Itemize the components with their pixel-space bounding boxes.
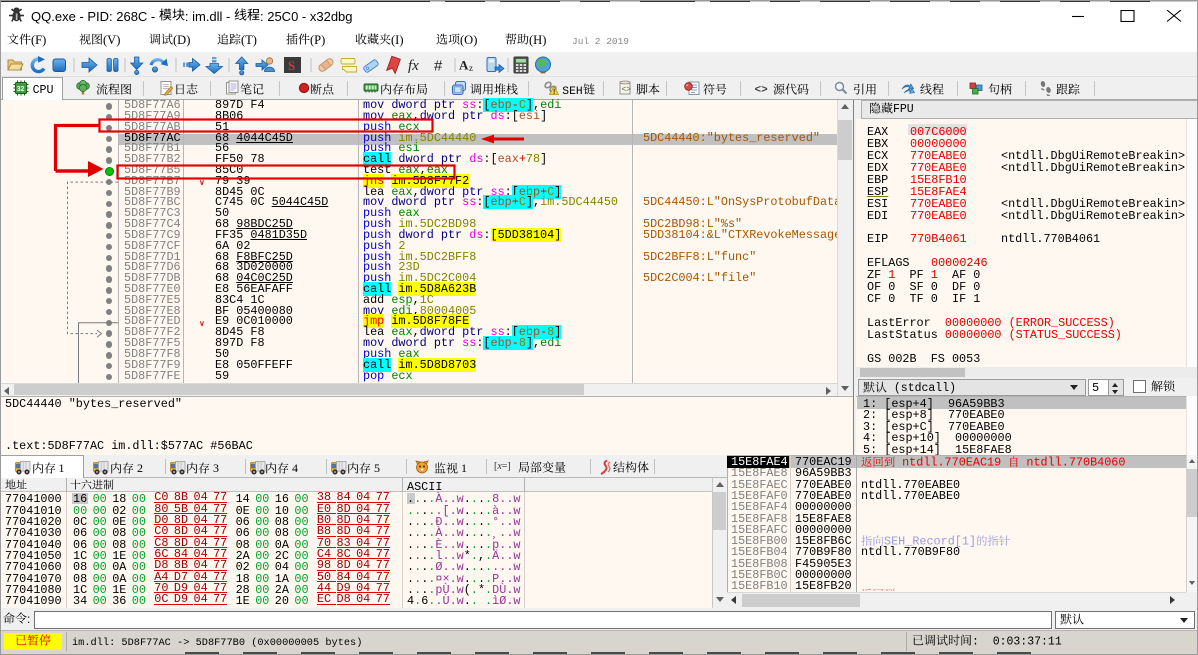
- svg-text:32: 32: [16, 86, 24, 93]
- svg-text:<>: <>: [622, 86, 632, 95]
- svg-text:!: !: [553, 89, 555, 96]
- svg-text:S: S: [288, 58, 295, 73]
- svg-text:A: A: [459, 58, 469, 73]
- svg-text:fx: fx: [408, 58, 419, 74]
- svg-text:<>: <>: [755, 85, 769, 97]
- svg-text:#: #: [434, 58, 443, 75]
- svg-text:z: z: [469, 63, 473, 73]
